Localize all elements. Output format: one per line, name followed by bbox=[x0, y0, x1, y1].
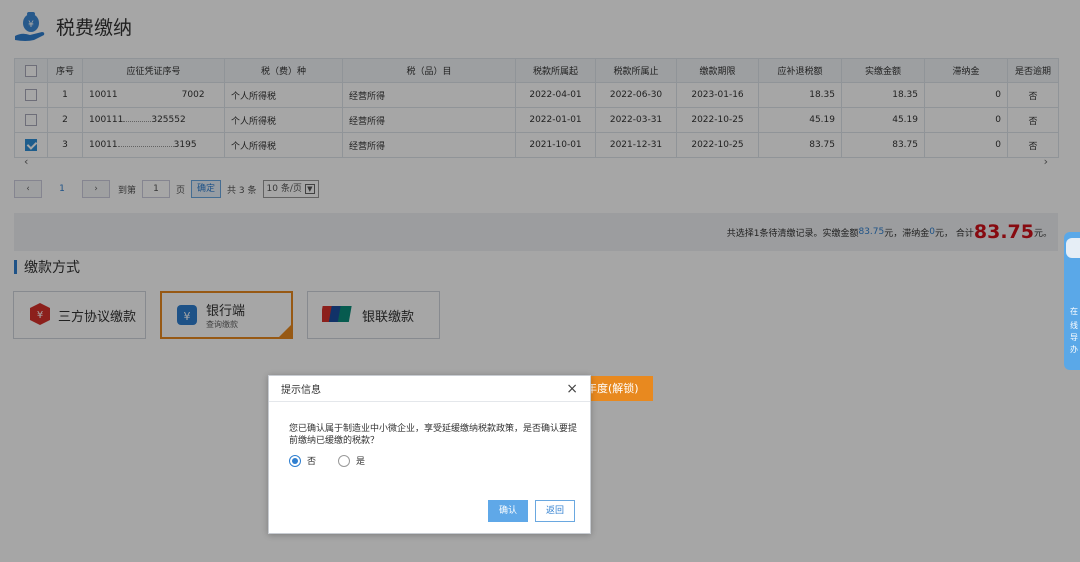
widget-char-1: 在 bbox=[1070, 307, 1078, 316]
dialog-message: 您已确认属于制造业中小微企业，享受延缓缴纳税款政策，是否确认要提前缴纳已缓缴的税… bbox=[289, 424, 578, 446]
tax-payment-page: ¥ 税费缴纳 序号 应征凭证序号 税（费）种 税（品）目 税款所属起 税款所属止… bbox=[0, 0, 1080, 562]
dialog-header: 提示信息 × bbox=[269, 376, 590, 402]
back-button[interactable]: 返回 bbox=[535, 500, 575, 522]
defer-choice-radio-group: 否 是 bbox=[289, 454, 365, 467]
radio-no-label: 否 bbox=[307, 457, 317, 467]
dialog-title: 提示信息 bbox=[281, 385, 321, 396]
assistant-avatar-icon bbox=[1066, 238, 1080, 258]
radio-no[interactable] bbox=[289, 454, 301, 467]
online-help-widget[interactable]: 在 线 导 办 bbox=[1064, 232, 1080, 370]
confirm-button[interactable]: 确认 bbox=[488, 500, 528, 522]
radio-yes[interactable] bbox=[338, 454, 351, 467]
radio-yes-label: 是 bbox=[356, 457, 366, 467]
confirm-dialog: 提示信息 × 您已确认属于制造业中小微企业，享受延缓缴纳税款政策，是否确认要提前… bbox=[268, 375, 591, 534]
widget-char-4: 办 bbox=[1070, 345, 1078, 354]
close-icon[interactable]: × bbox=[566, 382, 578, 396]
widget-char-3: 导 bbox=[1070, 333, 1078, 342]
widget-char-2: 线 bbox=[1070, 321, 1078, 330]
